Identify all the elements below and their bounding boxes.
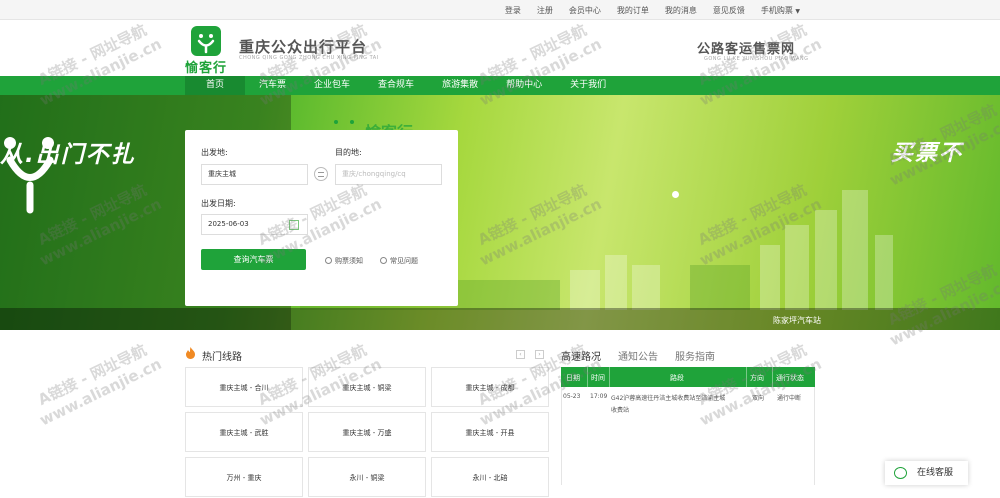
col-date: 日期: [566, 374, 580, 382]
notice-link[interactable]: 购票须知: [325, 256, 363, 266]
route-item[interactable]: 万州 - 重庆: [185, 457, 303, 497]
nav-item-charter[interactable]: 企业包车: [300, 76, 364, 95]
watermark: A链接 - 网址导航 www.alianjie.cn: [28, 338, 164, 431]
prev-arrow-icon[interactable]: ‹: [516, 350, 525, 359]
carousel-dot[interactable]: [672, 191, 679, 198]
route-item[interactable]: 重庆主城 - 铜梁: [308, 367, 426, 407]
my-messages-link[interactable]: 我的消息: [665, 5, 697, 16]
notice-label: 购票须知: [335, 257, 363, 265]
col-section: 路段: [670, 374, 684, 382]
route-item[interactable]: 永川 - 北碚: [431, 457, 549, 497]
to-input[interactable]: 重庆/chongqing/cq: [335, 164, 442, 185]
online-service-button[interactable]: 在线客服: [885, 461, 968, 485]
col-status: 通行状态: [776, 374, 804, 382]
site-subtitle: CHONG QING GONG ZHONG CHU XING PING TAI: [239, 55, 379, 61]
tab-notices[interactable]: 通知公告: [618, 348, 658, 363]
row-section-line2: 收费站: [611, 407, 630, 414]
online-service-label: 在线客服: [917, 468, 954, 478]
logo-text: 愉客行: [185, 61, 228, 76]
city-skyline-illustration: [4, 120, 893, 310]
fire-icon: [186, 347, 195, 359]
next-arrow-icon[interactable]: ›: [535, 350, 544, 359]
col-direction: 方向: [750, 374, 764, 382]
from-label: 出发地:: [201, 148, 228, 157]
col-time: 时间: [591, 374, 605, 382]
nav-item-home[interactable]: 首页: [185, 76, 246, 95]
search-bus-button[interactable]: 查询汽车票: [201, 249, 306, 270]
watermark-line2: www.alianjie.cn: [36, 354, 165, 430]
row-status: 通行中断: [777, 395, 802, 402]
banner-slogan-right: 买票不: [891, 141, 964, 166]
faq-label: 常见问题: [390, 257, 418, 265]
route-item[interactable]: 永川 - 铜梁: [308, 457, 426, 497]
feedback-link[interactable]: 意见反馈: [713, 5, 745, 16]
route-item[interactable]: 重庆主城 - 武胜: [185, 412, 303, 452]
hot-routes-title: 热门线路: [202, 352, 242, 363]
divider: [746, 367, 747, 387]
divider: [609, 367, 610, 387]
question-icon: [380, 257, 387, 264]
chat-bubble-icon: [894, 467, 907, 479]
watermark-line1: A链接 - 网址导航: [35, 340, 150, 410]
route-item[interactable]: 重庆主城 - 成都: [431, 367, 549, 407]
mobile-ticket-link[interactable]: 手机购票 ▼: [761, 5, 800, 16]
login-link[interactable]: 登录: [505, 5, 521, 16]
banner-slogan-left: 从.出门不扎: [0, 142, 136, 168]
route-item[interactable]: 重庆主城 - 开县: [431, 412, 549, 452]
info-tabs: 高速路况 通知公告 服务指南: [561, 348, 732, 363]
row-direction: 双向: [752, 395, 765, 402]
my-orders-link[interactable]: 我的订单: [617, 5, 649, 16]
route-item[interactable]: 重庆主城 - 合川: [185, 367, 303, 407]
route-item[interactable]: 重庆主城 - 万盛: [308, 412, 426, 452]
nav-item-tourism[interactable]: 旅游集散: [428, 76, 492, 95]
nav-item-bus-ticket[interactable]: 汽车票: [245, 76, 300, 95]
register-link[interactable]: 注册: [537, 5, 553, 16]
from-input[interactable]: 重庆主城: [201, 164, 308, 185]
info-icon: [325, 257, 332, 264]
traffic-table-header: 日期 时间 路段 方向 通行状态: [561, 367, 815, 387]
site-title: 重庆公众出行平台: [239, 38, 368, 56]
smile-icon: [197, 34, 215, 54]
header: [0, 20, 1000, 76]
banner-caption-strip: [0, 308, 1000, 330]
member-center-link[interactable]: 会员中心: [569, 5, 601, 16]
tab-service-guide[interactable]: 服务指南: [675, 348, 715, 363]
hero-banner[interactable]: 愉客行 陈家坪汽车站: [0, 95, 1000, 330]
nav-item-about[interactable]: 关于我们: [556, 76, 620, 95]
calendar-icon[interactable]: [289, 220, 299, 230]
swap-icon[interactable]: [314, 167, 328, 181]
row-time: 17:09: [590, 393, 608, 400]
divider: [587, 367, 588, 387]
nav-item-compliance[interactable]: 查合规车: [364, 76, 428, 95]
row-date: 05-23: [563, 393, 581, 400]
divider: [772, 367, 773, 387]
tab-traffic[interactable]: 高速路况: [561, 348, 601, 363]
main-nav: 首页 汽车票 企业包车 查合规车 旅游集散 帮助中心 关于我们: [0, 76, 1000, 95]
logo-icon[interactable]: [191, 26, 221, 56]
row-section: G42沪蓉高速往丹涪主城收费站至涪渝主城 收费站: [611, 393, 751, 414]
to-label: 目的地:: [335, 148, 362, 157]
top-links: 登录 注册 会员中心 我的订单 我的消息 意见反馈 手机购票 ▼: [497, 0, 808, 20]
top-bar: 登录 注册 会员中心 我的订单 我的消息 意见反馈 手机购票 ▼: [0, 0, 1000, 20]
chevron-down-icon: ▼: [795, 7, 800, 15]
nav-item-help[interactable]: 帮助中心: [492, 76, 556, 95]
right-title: 公路客运售票网: [697, 42, 796, 57]
right-subtitle: GONG LU KE YUN SHOU PIAO WANG: [704, 56, 809, 62]
row-section-line1: G42沪蓉高速往丹涪主城收费站至涪渝主城: [611, 395, 726, 402]
faq-link[interactable]: 常见问题: [380, 256, 418, 266]
banner-caption: 陈家坪汽车站: [773, 316, 821, 325]
mobile-ticket-label: 手机购票: [760, 5, 793, 15]
date-label: 出发日期:: [201, 199, 236, 208]
